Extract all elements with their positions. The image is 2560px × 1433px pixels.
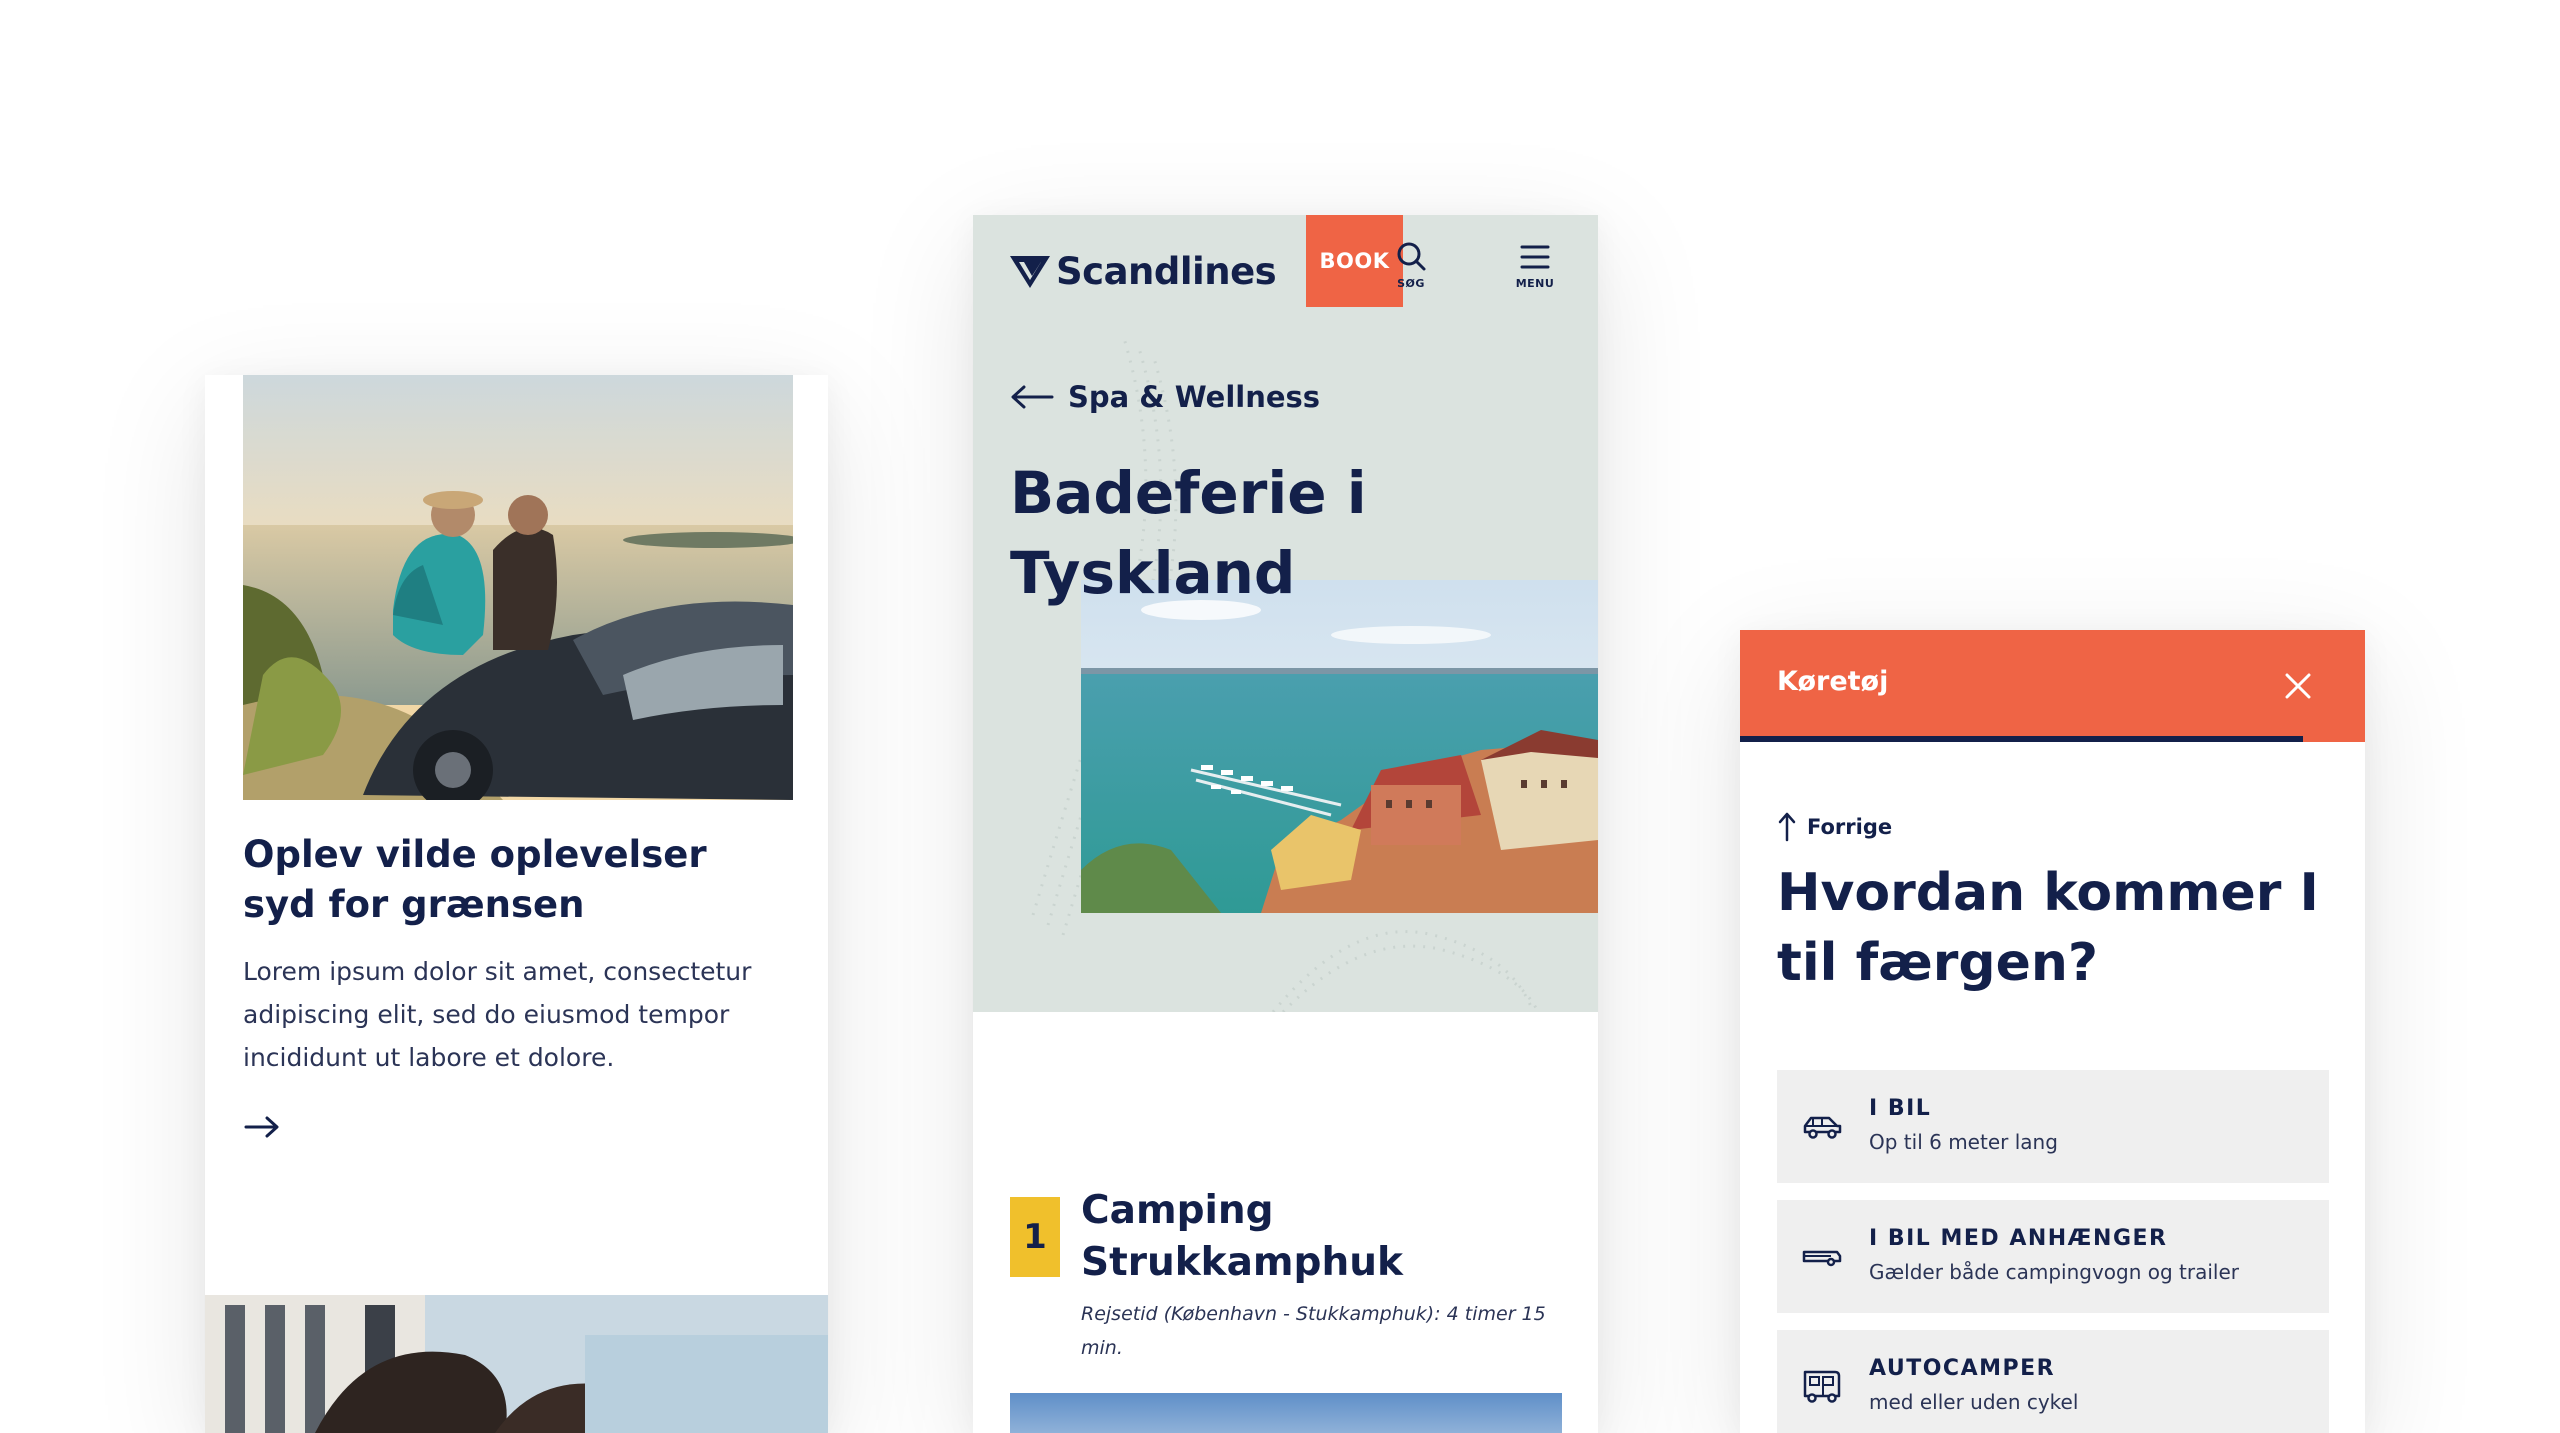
- arrow-up-icon: [1778, 812, 1796, 842]
- vehicle-selector-panel: Køretøj Forrige Hvordan kommer I til fær…: [1740, 630, 2365, 1433]
- destination-page: Scandlines BOOK SØG MENU Spa & Wellness …: [973, 215, 1598, 1433]
- camper-icon: [1803, 1370, 1841, 1403]
- back-link-label: Spa & Wellness: [1068, 380, 1321, 414]
- search-label: SØG: [1397, 277, 1425, 290]
- couple-car-photo: [243, 375, 793, 800]
- item-number-badge: 1: [1010, 1197, 1060, 1277]
- option-title: I BIL MED ANHÆNGER: [1869, 1226, 2168, 1251]
- question-heading: Hvordan kommer I til færgen?: [1777, 863, 2319, 993]
- item-travel-time: Rejsetid (København - Stukkamphuk): 4 ti…: [1081, 1303, 1546, 1359]
- menu-button[interactable]: MENU: [1505, 241, 1565, 297]
- previous-link[interactable]: Forrige: [1777, 812, 1892, 842]
- menu-label: MENU: [1515, 277, 1555, 290]
- progress-fill: [1740, 736, 2303, 742]
- close-icon: [2285, 673, 2311, 699]
- trailer-icon: [1802, 1250, 1842, 1267]
- search-button[interactable]: SØG: [1351, 241, 1471, 297]
- car-icon: [1803, 1116, 1842, 1139]
- option-motorhome[interactable]: AUTOCAMPER med eller uden cykel: [1777, 1330, 2329, 1433]
- article-body: Lorem ipsum dolor sit amet, consectetur …: [243, 957, 752, 1072]
- search-icon: [1397, 242, 1426, 271]
- page-title: Badeferie i Tyskland: [1010, 459, 1367, 607]
- previous-label: Forrige: [1807, 815, 1893, 839]
- option-subtitle: Op til 6 meter lang: [1869, 1130, 2058, 1154]
- scandlines-logo[interactable]: Scandlines: [1010, 250, 1277, 293]
- option-title: I BIL: [1869, 1096, 1932, 1121]
- arrow-left-icon: [1011, 385, 1054, 409]
- option-car-with-trailer[interactable]: I BIL MED ANHÆNGER Gælder både campingvo…: [1777, 1200, 2329, 1313]
- back-link[interactable]: Spa & Wellness: [1010, 380, 1320, 414]
- progress-bar: [1740, 736, 2365, 742]
- option-subtitle: med eller uden cykel: [1869, 1390, 2079, 1414]
- lake-harbor-photo: [1081, 580, 1598, 913]
- ferry-deck-photo: [205, 1295, 828, 1433]
- article-title: Oplev vilde oplevelser syd for grænsen: [243, 833, 707, 926]
- panel-title: Køretøj: [1777, 666, 1889, 697]
- logo-text: Scandlines: [1056, 250, 1277, 293]
- arrow-right-icon[interactable]: [243, 1107, 283, 1147]
- hamburger-icon: [1520, 245, 1550, 269]
- panel-header: Køretøj: [1740, 630, 2365, 742]
- option-title: AUTOCAMPER: [1869, 1356, 2056, 1381]
- option-subtitle: Gælder både campingvogn og trailer: [1869, 1260, 2239, 1284]
- close-button[interactable]: [2270, 658, 2326, 714]
- campsite-photo: [1010, 1393, 1562, 1433]
- article-card: Oplev vilde oplevelser syd for grænsen L…: [205, 375, 828, 1433]
- option-car[interactable]: I BIL Op til 6 meter lang: [1777, 1070, 2329, 1183]
- vehicle-options: I BIL Op til 6 meter lang I BIL MED ANHÆ…: [1777, 1070, 2329, 1433]
- scandlines-logo-icon: [1010, 255, 1050, 288]
- item-title: Camping Strukkamphuk: [1081, 1188, 1403, 1285]
